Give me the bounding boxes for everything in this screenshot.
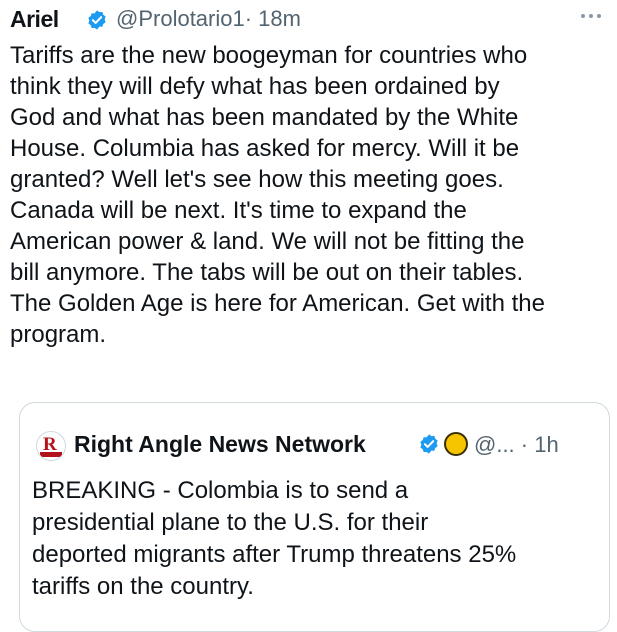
author-name[interactable]: Ariel: [10, 6, 59, 33]
tweet-header: Ariel @Prolotario1· 18m: [6, 0, 611, 36]
affiliate-badge-icon: [444, 432, 468, 456]
tweet-line: House. Columbia has asked for mercy. Wil…: [10, 135, 520, 162]
dot: [597, 14, 601, 18]
quote-body: BREAKING - Colombia is to send a preside…: [32, 475, 602, 603]
avatar-bar: [40, 452, 62, 457]
quote-line: BREAKING - Colombia is to send a: [32, 477, 409, 504]
quote-avatar[interactable]: R: [36, 431, 66, 461]
tweet-line: granted? Well let's see how this meeting…: [10, 166, 504, 193]
tweet-line: Canada will be next. It's time to expand…: [10, 197, 467, 224]
tweet-body: Tariffs are the new boogeyman for countr…: [10, 40, 610, 350]
tweet-line: program.: [10, 321, 107, 348]
more-options-icon[interactable]: [581, 14, 601, 18]
dot: [589, 14, 593, 18]
tweet-line: The Golden Age is here for American. Get…: [10, 290, 545, 317]
quote-line: presidential plane to the U.S. for their: [32, 509, 429, 536]
tweet-line: bill anymore. The tabs will be out on th…: [10, 259, 524, 286]
quoted-tweet-card[interactable]: R Right Angle News Network @... · 1h BRE…: [19, 402, 610, 632]
quote-line: tariffs on the country.: [32, 573, 254, 600]
quote-line: deported migrants after Trump threatens …: [32, 541, 517, 568]
tweet-line: think they will defy what has been ordai…: [10, 73, 500, 100]
verified-badge-icon: [88, 10, 106, 30]
quote-author-handle[interactable]: @... · 1h: [474, 432, 559, 458]
verified-badge-icon: [420, 434, 438, 454]
tweet-line: God and what has been mandated by the Wh…: [10, 104, 519, 131]
tweet-line: Tariffs are the new boogeyman for countr…: [10, 42, 528, 69]
timestamp[interactable]: · 18m: [245, 6, 301, 31]
dot: [581, 14, 585, 18]
tweet-line: American power & land. We will not be fi…: [10, 228, 525, 255]
handle-text[interactable]: @Prolotario1: [116, 6, 245, 31]
author-handle[interactable]: @Prolotario1· 18m: [116, 6, 301, 32]
quote-author-name[interactable]: Right Angle News Network: [74, 431, 366, 458]
